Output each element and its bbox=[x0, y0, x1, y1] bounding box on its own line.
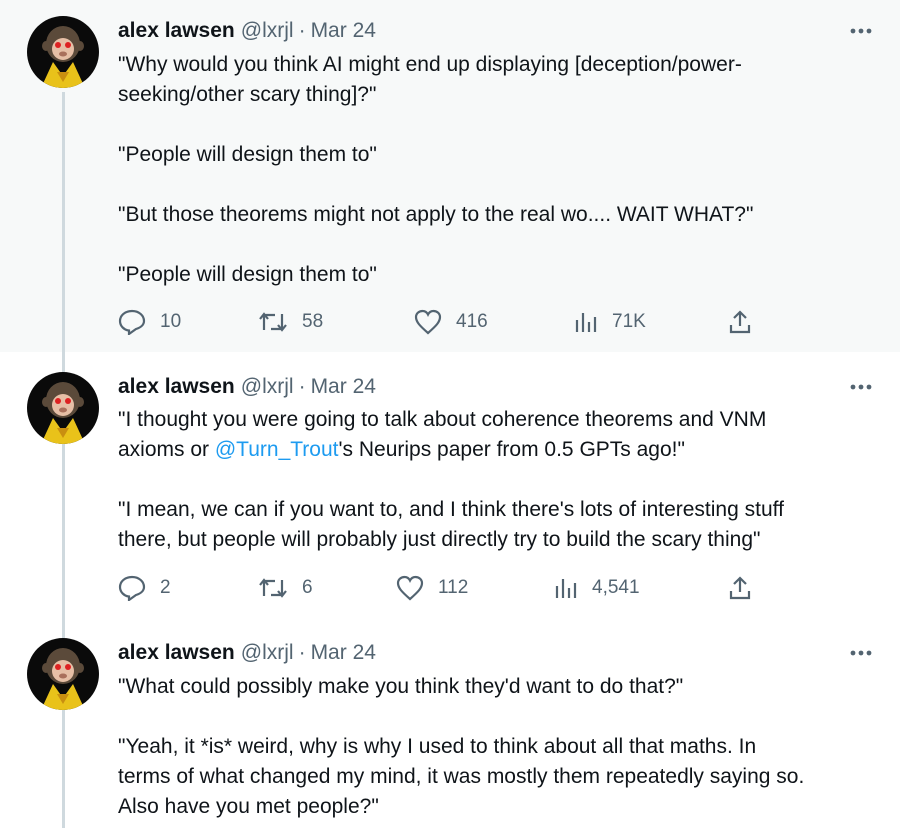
author-name[interactable]: alex lawsen bbox=[118, 19, 235, 43]
author-name[interactable]: alex lawsen bbox=[118, 375, 235, 399]
tweet-line: terms of what changed my mind, it was mo… bbox=[118, 765, 805, 788]
views-button[interactable]: 4,541 bbox=[554, 573, 640, 603]
tweet-line: "But those theorems might not apply to t… bbox=[118, 203, 754, 226]
tweet-header: alex lawsen @lxrjl · Mar 24 bbox=[118, 639, 376, 667]
thread-line bbox=[62, 92, 65, 352]
retweet-icon bbox=[259, 312, 287, 332]
like-count: 112 bbox=[438, 577, 469, 598]
reply-icon bbox=[118, 575, 146, 601]
retweet-count: 58 bbox=[302, 311, 324, 332]
share-button[interactable] bbox=[728, 573, 766, 603]
retweet-button[interactable]: 6 bbox=[258, 573, 313, 603]
tweet-line: "Why would you think AI might end up dis… bbox=[118, 53, 742, 76]
avatar[interactable] bbox=[27, 638, 99, 710]
like-count: 416 bbox=[456, 311, 488, 332]
tweet-date[interactable]: Mar 24 bbox=[311, 19, 376, 43]
thread-line bbox=[62, 352, 65, 372]
tweet-text: "I thought you were going to talk about … bbox=[118, 405, 878, 555]
tweet-line: "Yeah, it *is* weird, why is why I used … bbox=[118, 735, 757, 758]
reply-count: 10 bbox=[160, 311, 182, 332]
share-button[interactable] bbox=[728, 307, 766, 337]
tweet-2[interactable]: alex lawsen @lxrjl · Mar 24 "I thought y… bbox=[0, 352, 900, 620]
tweet-line: "People will design them to" bbox=[118, 143, 377, 166]
thread-line bbox=[62, 620, 65, 638]
thread-line bbox=[62, 444, 65, 620]
thread-line bbox=[62, 710, 65, 828]
views-count: 4,541 bbox=[592, 577, 640, 598]
more-icon[interactable] bbox=[848, 21, 874, 41]
tweet-date[interactable]: Mar 24 bbox=[311, 375, 376, 399]
tweet-text-span: axioms or bbox=[118, 438, 215, 461]
retweet-button[interactable]: 58 bbox=[258, 307, 323, 337]
views-button[interactable]: 71K bbox=[574, 307, 646, 337]
tweet-3[interactable]: alex lawsen @lxrjl · Mar 24 "What could … bbox=[0, 620, 900, 828]
like-icon bbox=[396, 575, 424, 601]
tweet-line: Also have you met people?" bbox=[118, 795, 379, 818]
avatar[interactable] bbox=[27, 16, 99, 88]
retweet-count: 6 bbox=[302, 577, 313, 598]
tweet-line: there, but people will probably just dir… bbox=[118, 528, 761, 551]
share-icon bbox=[729, 310, 751, 334]
tweet-header: alex lawsen @lxrjl · Mar 24 bbox=[118, 17, 376, 45]
tweet-line: "I mean, we can if you want to, and I th… bbox=[118, 498, 784, 521]
like-button[interactable]: 416 bbox=[414, 307, 488, 337]
tweet-header: alex lawsen @lxrjl · Mar 24 bbox=[118, 373, 376, 401]
tweet-line: "What could possibly make you think they… bbox=[118, 675, 684, 698]
more-icon[interactable] bbox=[848, 643, 874, 663]
tweet-text-span: 's Neurips paper from 0.5 GPTs ago!" bbox=[338, 438, 685, 461]
views-icon bbox=[575, 313, 597, 332]
separator-dot: · bbox=[298, 641, 306, 664]
retweet-icon bbox=[259, 578, 287, 598]
reply-button[interactable]: 10 bbox=[118, 307, 181, 337]
reply-count: 2 bbox=[160, 577, 171, 598]
tweet-text: "Why would you think AI might end up dis… bbox=[118, 50, 878, 290]
more-icon[interactable] bbox=[848, 377, 874, 397]
tweet-text: "What could possibly make you think they… bbox=[118, 672, 878, 822]
author-name[interactable]: alex lawsen bbox=[118, 641, 235, 665]
author-handle[interactable]: @lxrjl bbox=[241, 375, 294, 399]
tweet-1[interactable]: alex lawsen @lxrjl · Mar 24 "Why would y… bbox=[0, 0, 900, 352]
avatar[interactable] bbox=[27, 372, 99, 444]
reply-icon bbox=[118, 309, 146, 335]
like-button[interactable]: 112 bbox=[396, 573, 468, 603]
reply-button[interactable]: 2 bbox=[118, 573, 171, 603]
mention-link[interactable]: @Turn_Trout bbox=[215, 438, 339, 461]
share-icon bbox=[729, 576, 751, 600]
separator-dot: · bbox=[298, 375, 306, 398]
tweet-date[interactable]: Mar 24 bbox=[311, 641, 376, 665]
separator-dot: · bbox=[298, 19, 306, 42]
tweet-line: "I thought you were going to talk about … bbox=[118, 408, 767, 431]
views-count: 71K bbox=[612, 311, 646, 332]
like-icon bbox=[414, 309, 442, 335]
author-handle[interactable]: @lxrjl bbox=[241, 641, 294, 665]
tweet-line: "People will design them to" bbox=[118, 263, 377, 286]
tweet-line: seeking/other scary thing]?" bbox=[118, 83, 377, 106]
views-icon bbox=[555, 579, 577, 598]
tweet-line: axioms or @Turn_Trout's Neurips paper fr… bbox=[118, 435, 878, 465]
author-handle[interactable]: @lxrjl bbox=[241, 19, 294, 43]
